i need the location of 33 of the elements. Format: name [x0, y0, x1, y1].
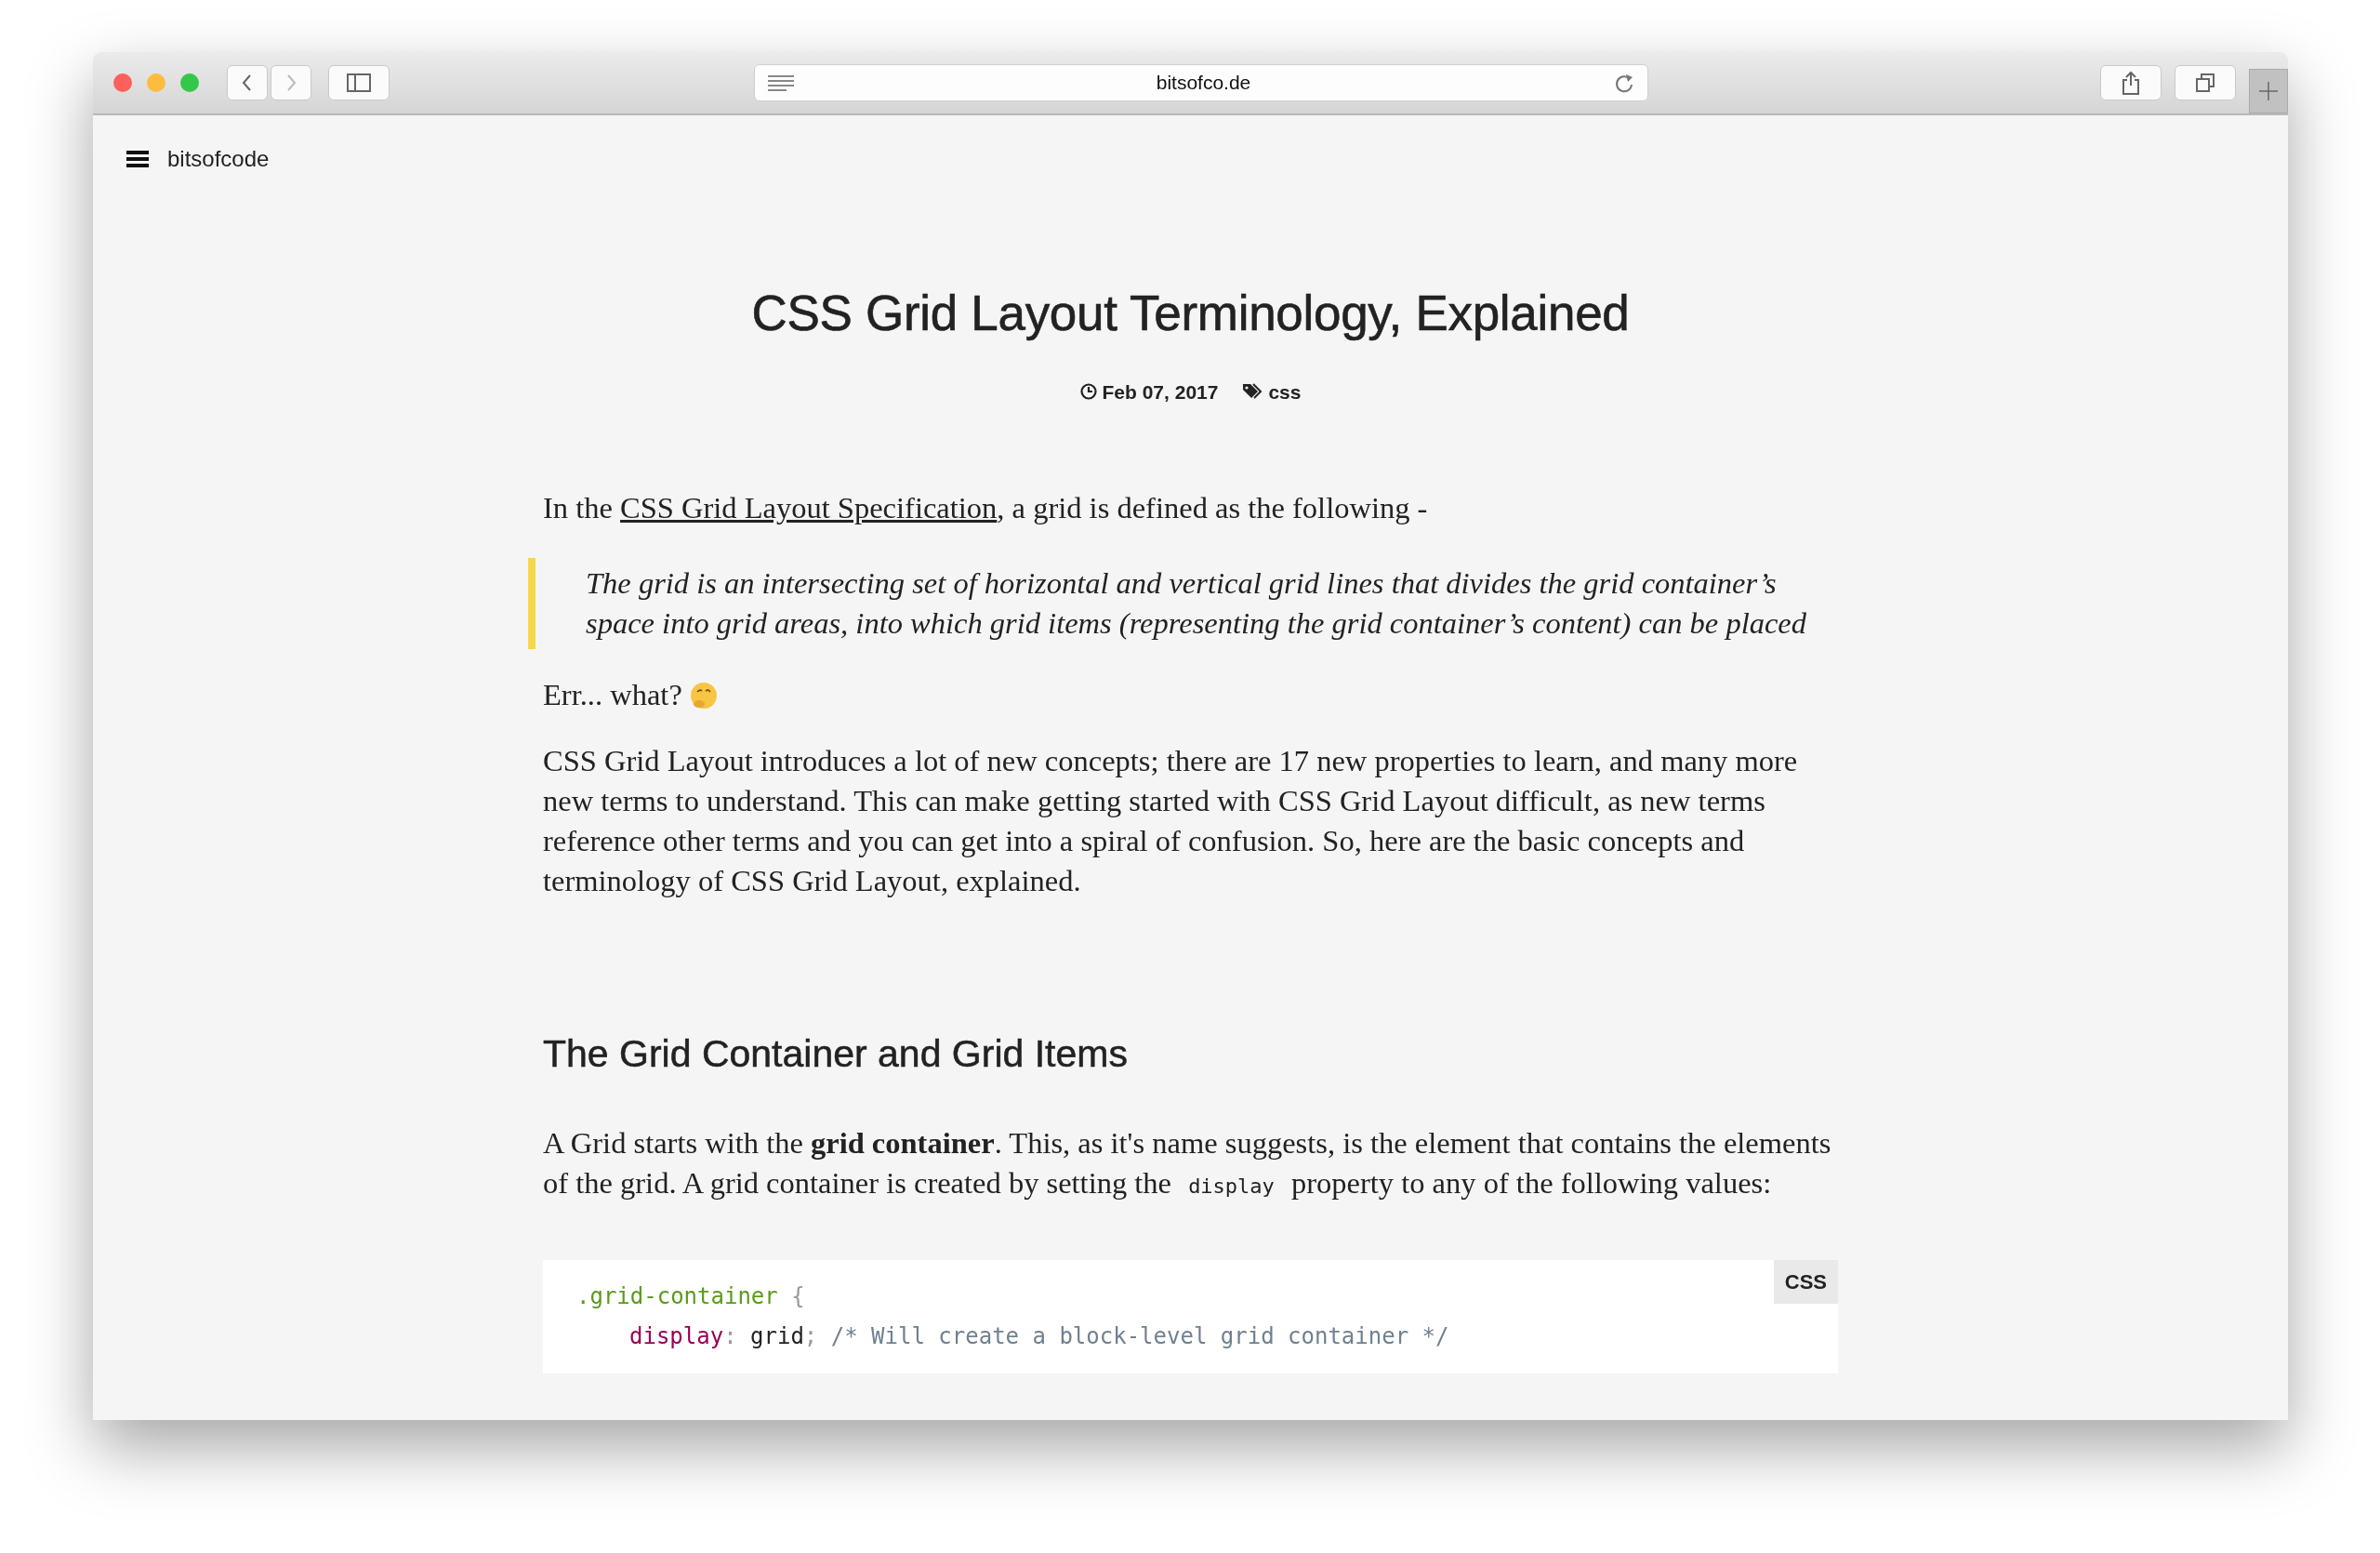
- share-button[interactable]: [2100, 65, 2162, 100]
- paragraph: In the CSS Grid Layout Specification, a grid is defined as the following -: [543, 490, 1429, 527]
- language-label: CSS: [1773, 1260, 1838, 1305]
- reader-icon[interactable]: [767, 74, 794, 91]
- reload-icon[interactable]: [1613, 72, 1634, 94]
- sidebar-button[interactable]: [328, 65, 390, 100]
- text-link[interactable]: CSS Grid Layout Specification: [620, 491, 998, 525]
- tag-link[interactable]: css: [1268, 377, 1302, 407]
- site-name-link[interactable]: bitsofcode: [167, 142, 270, 176]
- share-icon: [2121, 71, 2141, 95]
- clock-icon: [1079, 383, 1097, 401]
- post-date: Feb 07, 2017: [1102, 379, 1219, 405]
- paragraph: CSS Grid Layout introduces a lot of new concepts; there are 17 new properties to learn, and many more new terms to understand. This can make getting started with CSS Grid Layout difficult, as new terms reference other terms and you can get into a spiral of confusion. So, here are the basic concepts and terminology of CSS Grid Layout, explained.: [543, 743, 1799, 900]
- paragraph: Err... what?: [543, 677, 683, 714]
- section-heading: The Grid Container and Grid Items: [543, 1031, 1129, 1078]
- plus-icon: [2258, 81, 2279, 101]
- block-quote: The grid is an intersecting set of horizontal and vertical grid lines that divides the grid container’s space into grid areas, into which grid items (representing the grid container’s content) can be placed: [528, 558, 1838, 650]
- new-tab-button[interactable]: [2249, 69, 2288, 113]
- address-field[interactable]: bitsofco.de: [753, 64, 1648, 101]
- article-title: CSS Grid Layout Terminology, Explained: [750, 285, 1631, 342]
- window-control-dot[interactable]: [113, 73, 132, 92]
- paragraph: A Grid starts with the grid container. This, as it's name suggests, is the element that contains the elements of the grid. A grid container is created by setting the display property to any of the following values:: [543, 1125, 1832, 1202]
- tabs-button[interactable]: [2175, 65, 2236, 100]
- code-line: display: grid; /* Will create a block-level grid container */: [628, 1322, 1450, 1352]
- window-control-dot[interactable]: [147, 73, 165, 92]
- tabs-icon: [2195, 73, 2215, 93]
- back-button[interactable]: [227, 65, 268, 100]
- tags-icon: [1242, 383, 1263, 401]
- sidebar-icon: [347, 73, 371, 92]
- thinking-emoji-icon: [689, 681, 718, 710]
- menu-icon[interactable]: [126, 150, 149, 168]
- url-text: bitsofco.de: [1155, 71, 1252, 96]
- window-control-dot[interactable]: [180, 73, 199, 92]
